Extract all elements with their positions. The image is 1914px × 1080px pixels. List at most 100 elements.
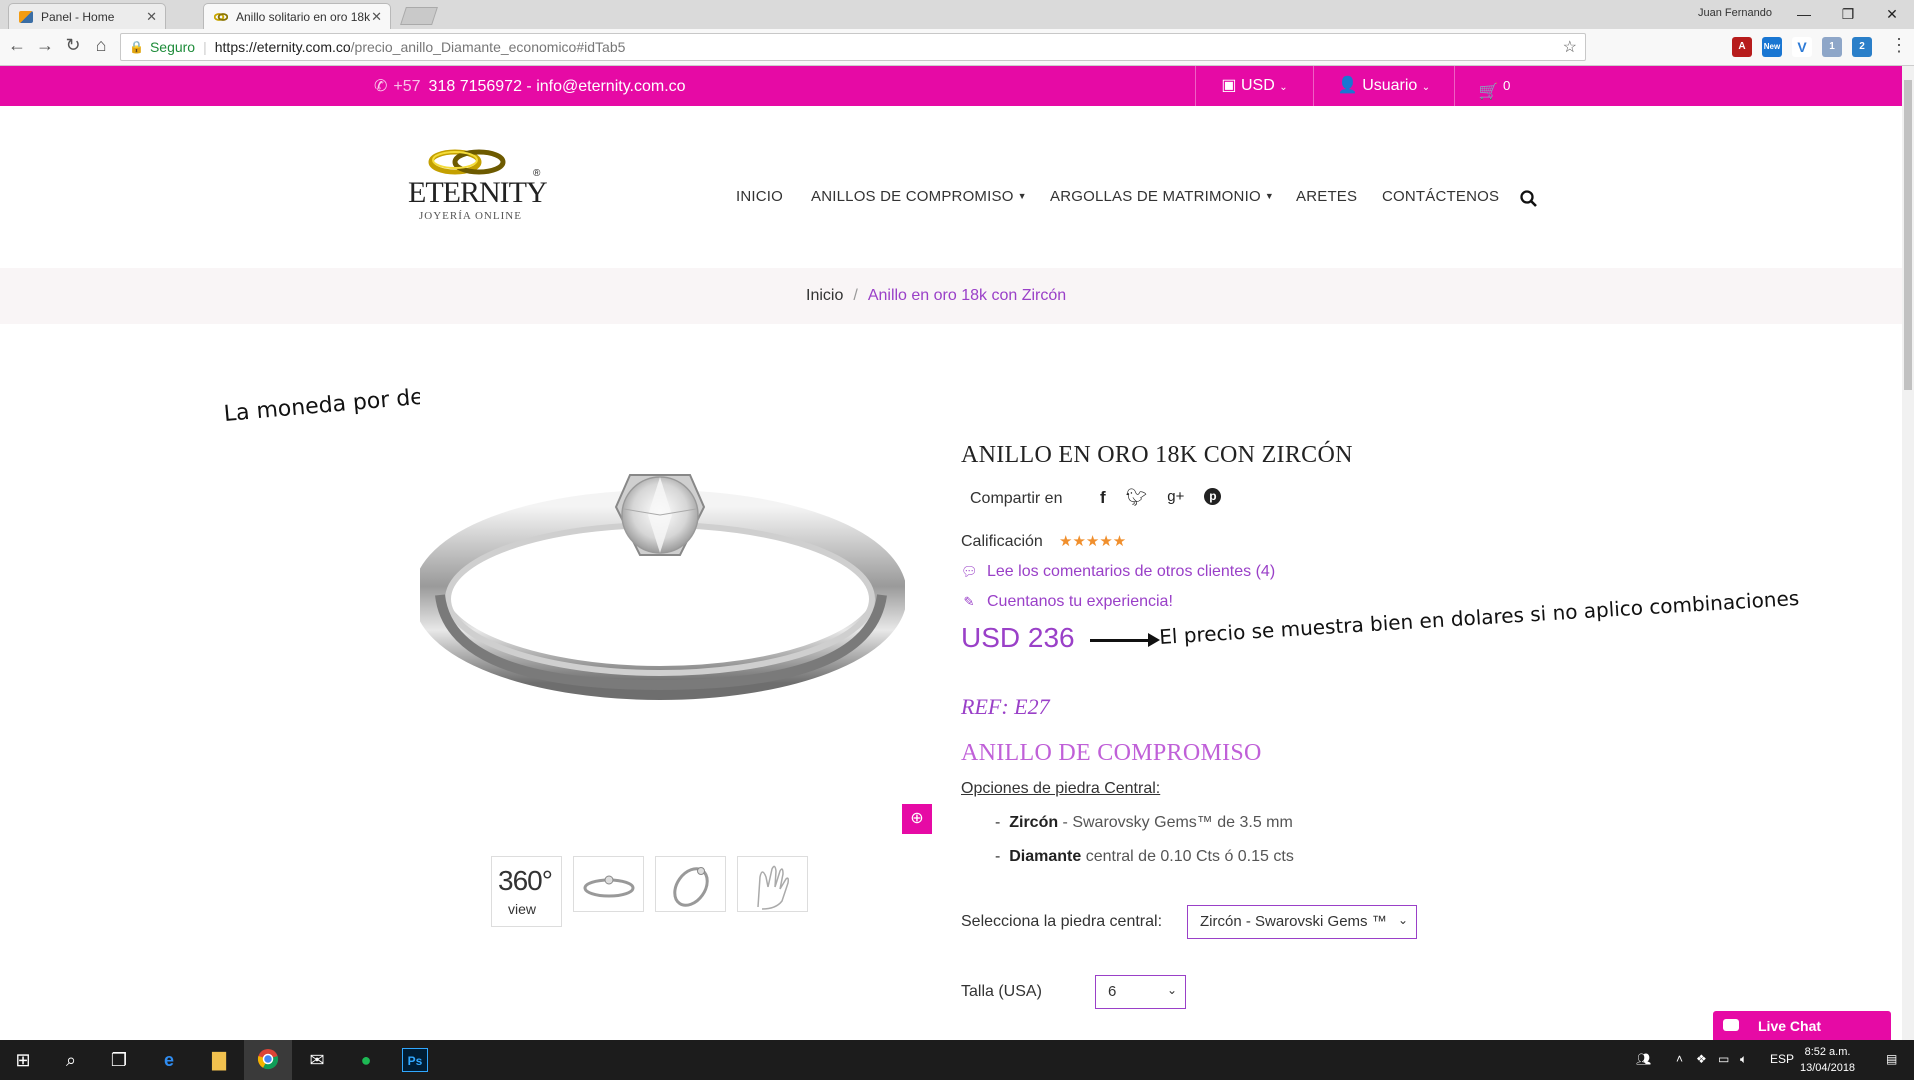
profile-name[interactable]: Juan Fernando bbox=[1698, 7, 1772, 19]
currency-label: USD bbox=[1240, 77, 1275, 94]
chat-bubble-icon bbox=[1723, 1019, 1739, 1031]
chrome-icon[interactable] bbox=[255, 1048, 281, 1072]
annotation-arrow bbox=[1090, 633, 1160, 647]
size-select-value: 6 bbox=[1108, 983, 1117, 1000]
search-icon[interactable]: ⌕ bbox=[58, 1048, 84, 1072]
task-view-icon[interactable]: ❐ bbox=[106, 1048, 132, 1072]
menu-label: ARGOLLAS DE MATRIMONIO bbox=[1050, 188, 1261, 205]
new-extension-icon[interactable]: New bbox=[1762, 37, 1782, 57]
pdf-extension-icon[interactable]: A bbox=[1732, 37, 1752, 57]
chevron-down-icon: ⌄ bbox=[1279, 82, 1288, 93]
product-image[interactable] bbox=[413, 345, 907, 840]
share-label: Compartir en bbox=[970, 490, 1063, 507]
tab-anillo-solitario[interactable]: Anillo solitario en oro 18k ✕ bbox=[203, 3, 391, 29]
experience-link[interactable]: ✎ Cuentanos tu experiencia! bbox=[961, 593, 1173, 611]
zoom-icon[interactable]: ⊕ bbox=[902, 804, 932, 834]
stats-extension-icon[interactable]: 1 bbox=[1822, 37, 1842, 57]
system-clock[interactable]: 8:52 a.m. 13/04/2018 bbox=[1800, 1044, 1855, 1076]
stone-select-value: Zircón - Swarovski Gems ™ bbox=[1200, 913, 1387, 930]
user-icon: 👤 bbox=[1337, 77, 1358, 94]
cart-button[interactable]: 🛒 0 bbox=[1454, 66, 1534, 106]
network-icon[interactable]: ▭ bbox=[1718, 1052, 1729, 1066]
spotify-icon[interactable]: ● bbox=[353, 1048, 379, 1072]
close-window-button[interactable]: ✕ bbox=[1870, 2, 1914, 26]
file-explorer-icon[interactable]: ▇ bbox=[206, 1048, 232, 1072]
stone-select[interactable]: Zircón - Swarovski Gems ™ ⌄ bbox=[1187, 905, 1417, 939]
reviews-link-text: Lee los comentarios de otros clientes (4… bbox=[987, 563, 1276, 580]
panel-favicon-icon bbox=[19, 10, 33, 23]
user-label: Usuario bbox=[1362, 77, 1418, 94]
url-host: https://eternity.com.co bbox=[214, 39, 351, 55]
reload-icon[interactable]: ↻ bbox=[60, 35, 86, 56]
edge-icon[interactable]: e bbox=[156, 1048, 182, 1072]
tab-title: Anillo solitario en oro 18k bbox=[236, 9, 370, 24]
bookmark-star-icon[interactable]: ☆ bbox=[1563, 37, 1577, 57]
google-plus-icon[interactable]: g+ bbox=[1167, 488, 1184, 508]
thumbnail-ring-side[interactable] bbox=[655, 856, 726, 912]
thumbnail-360-view[interactable]: 360° view bbox=[491, 856, 562, 927]
restore-button[interactable]: ❐ bbox=[1826, 2, 1870, 26]
back-arrow-icon[interactable]: ← bbox=[4, 35, 30, 56]
menu-label: ANILLOS DE COMPROMISO bbox=[811, 188, 1014, 205]
v-extension-icon[interactable]: V bbox=[1792, 37, 1812, 57]
minimize-button[interactable]: — bbox=[1782, 2, 1826, 26]
browser-menu-icon[interactable]: ⋮ bbox=[1886, 35, 1912, 56]
logo-brand: ETERNITY bbox=[408, 176, 548, 209]
close-tab-icon[interactable]: ✕ bbox=[371, 9, 382, 25]
photoshop-icon[interactable]: Ps bbox=[402, 1048, 428, 1072]
scrollbar-thumb[interactable] bbox=[1904, 80, 1912, 390]
rings-logo-icon bbox=[428, 149, 506, 175]
pencil-icon: ✎ bbox=[963, 594, 975, 609]
forward-arrow-icon[interactable]: → bbox=[32, 35, 58, 56]
caret-down-icon: ▼ bbox=[1264, 191, 1274, 201]
page-scrollbar[interactable] bbox=[1902, 66, 1914, 1040]
clock-time: 8:52 a.m. bbox=[1804, 1046, 1851, 1058]
menu-inicio[interactable]: INICIO bbox=[736, 188, 783, 205]
pinterest-icon[interactable]: p bbox=[1204, 488, 1222, 505]
breadcrumb-home[interactable]: Inicio bbox=[806, 287, 843, 304]
close-tab-icon[interactable]: ✕ bbox=[146, 9, 157, 25]
user-dropdown[interactable]: 👤 Usuario ⌄ bbox=[1313, 66, 1454, 106]
experience-link-text: Cuentanos tu experiencia! bbox=[987, 593, 1173, 610]
search-icon[interactable] bbox=[1520, 190, 1538, 208]
thumbnail-ring-hand[interactable] bbox=[737, 856, 808, 912]
size-select[interactable]: 6 ⌄ bbox=[1095, 975, 1186, 1009]
menu-contactenos[interactable]: CONTÁCTENOS bbox=[1382, 188, 1499, 205]
windows-start-icon[interactable]: ⊞ bbox=[10, 1048, 36, 1072]
size-select-label: Talla (USA) bbox=[961, 983, 1042, 1000]
live-chat-button[interactable]: Live Chat bbox=[1713, 1011, 1891, 1041]
eternity-logo[interactable]: ETERNITY ® JOYERÍA ONLINE bbox=[405, 142, 548, 222]
facebook-icon[interactable]: f bbox=[1100, 488, 1106, 508]
lock-icon: 🔒 bbox=[129, 40, 144, 54]
language-indicator[interactable]: ESP bbox=[1770, 1052, 1794, 1066]
tray-chevron-up-icon[interactable]: ˄ bbox=[1676, 1052, 1683, 1066]
home-icon[interactable]: ⌂ bbox=[88, 35, 114, 56]
browser-toolbar: ← → ↻ ⌂ 🔒 Seguro | https://eternity.com.… bbox=[0, 29, 1914, 66]
notifications-icon[interactable]: ▤ bbox=[1886, 1052, 1897, 1066]
people-icon[interactable]: 👥︎ bbox=[1636, 1052, 1651, 1066]
url-path: /precio_anillo_Diamante_economico#idTab5 bbox=[350, 39, 626, 55]
phone-icon: ✆ bbox=[374, 78, 388, 95]
thumbnail-ring-front[interactable] bbox=[573, 856, 644, 912]
twitter-icon[interactable]: 🐦︎ bbox=[1126, 488, 1148, 508]
menu-aretes[interactable]: ARETES bbox=[1296, 188, 1357, 205]
cart-icon: 🛒 bbox=[1478, 83, 1499, 101]
currency-dropdown[interactable]: ▣ USD ⌄ bbox=[1195, 66, 1313, 106]
site-topbar: ✆ +57 318 7156972 - info@eternity.com.co ▣… bbox=[0, 66, 1902, 106]
view360-small: view bbox=[508, 901, 537, 917]
volume-icon[interactable]: 🔈︎ bbox=[1740, 1052, 1747, 1067]
mail-icon[interactable]: ✉ bbox=[304, 1048, 330, 1072]
address-bar[interactable]: 🔒 Seguro | https://eternity.com.co/preci… bbox=[120, 33, 1586, 61]
reviews-link[interactable]: 💬︎ Lee los comentarios de otros clientes … bbox=[961, 563, 1275, 581]
secure-label: Seguro bbox=[149, 39, 196, 55]
menu-anillos-compromiso[interactable]: ANILLOS DE COMPROMISO ▼ bbox=[811, 188, 1027, 205]
tab-panel-home[interactable]: Panel - Home ✕ bbox=[8, 3, 166, 29]
new-tab-button[interactable] bbox=[400, 7, 438, 25]
menu-argollas-matrimonio[interactable]: ARGOLLAS DE MATRIMONIO ▼ bbox=[1050, 188, 1274, 205]
option-zircon: - Zircón - Swarovsky Gems™ de 3.5 mm bbox=[995, 814, 1293, 832]
code-extension-icon[interactable]: 2 bbox=[1852, 37, 1872, 57]
option-diamante: - Diamante central de 0.10 Cts ó 0.15 ct… bbox=[995, 848, 1294, 866]
options-title: Opciones de piedra Central: bbox=[961, 780, 1161, 797]
phone-email-text[interactable]: 318 7156972 - info@eternity.com.co bbox=[429, 78, 686, 95]
dropbox-icon[interactable]: ❖ bbox=[1696, 1052, 1707, 1066]
